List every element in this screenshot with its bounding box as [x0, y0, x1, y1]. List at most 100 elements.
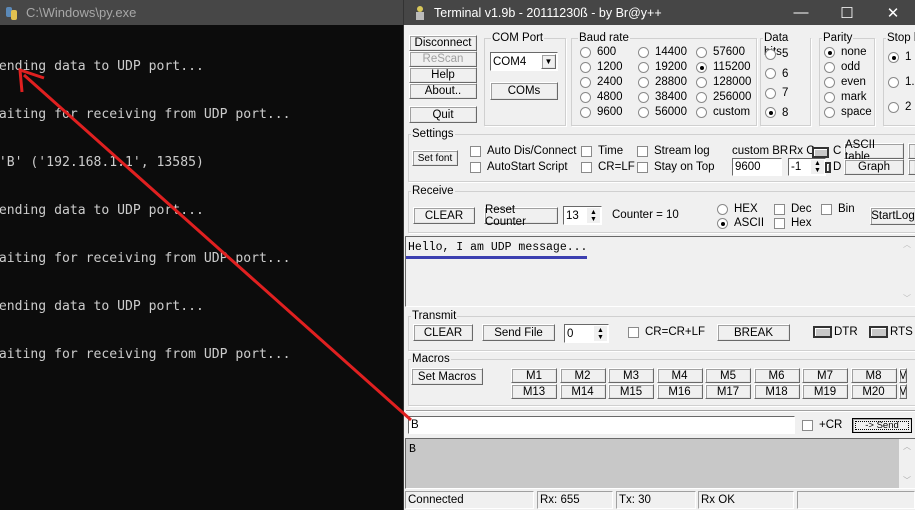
baud-radio-custom[interactable]: custom [696, 106, 750, 118]
baud-radio-4800[interactable]: 4800 [580, 91, 623, 103]
c-led-indicator[interactable] [812, 147, 829, 158]
dtr-toggle[interactable] [813, 326, 832, 338]
scroll-up-icon[interactable]: ︿ [899, 441, 915, 452]
macro-button-m5[interactable]: M5 [705, 368, 751, 383]
com-port-select[interactable]: COM4 ▼ [490, 52, 558, 71]
ascii-table-button[interactable]: ASCII table [844, 139, 904, 163]
macro-button-m7[interactable]: M7 [802, 368, 848, 383]
graph-button[interactable]: Graph [844, 159, 904, 175]
baud-radio-9600[interactable]: 9600 [580, 106, 623, 118]
hex-radio[interactable]: HEX [717, 203, 758, 215]
data-bits-radio-6[interactable]: 6 [765, 68, 788, 80]
scroll-up-icon[interactable]: ︿ [899, 239, 915, 250]
counter-spinner[interactable]: 13 ▲ ▼ [563, 206, 602, 225]
receive-scrollbar[interactable]: ︿ ﹀ [899, 237, 915, 306]
data-bits-radio-7[interactable]: 7 [765, 87, 788, 99]
baud-radio-56000[interactable]: 56000 [638, 106, 687, 118]
rts-toggle[interactable] [869, 326, 888, 338]
start-log-button[interactable]: StartLog [870, 207, 915, 225]
baud-radio-38400[interactable]: 38400 [638, 91, 687, 103]
data-bits-radio-5[interactable]: 5 [765, 48, 788, 60]
set-font-button[interactable]: Set font [412, 150, 458, 166]
rescan-button[interactable]: ReScan [409, 51, 477, 67]
macro-button-m16[interactable]: M16 [656, 384, 703, 399]
send-file-button[interactable]: Send File [482, 324, 555, 341]
scroll-down-icon[interactable]: ﹀ [899, 293, 915, 304]
macro-button-m19[interactable]: M19 [802, 384, 848, 399]
macro-button-m2[interactable]: M2 [559, 368, 606, 383]
parity-radio-none[interactable]: none [824, 46, 867, 58]
d-led-indicator[interactable] [825, 162, 831, 173]
macro-button-m14[interactable]: M14 [559, 384, 606, 399]
macro-button-m13[interactable]: M13 [511, 384, 557, 399]
about-button[interactable]: About.. [409, 83, 477, 99]
autostart-script-checkbox[interactable]: AutoStart Script [470, 161, 568, 173]
macro-button-m6[interactable]: M6 [753, 368, 800, 383]
macro-button-m3[interactable]: M3 [608, 368, 654, 383]
baud-radio-115200[interactable]: 115200 [696, 61, 751, 73]
macro-button-m[interactable]: M [899, 384, 907, 399]
set-macros-button[interactable]: Set Macros [411, 368, 483, 385]
baud-radio-600[interactable]: 600 [580, 46, 616, 58]
custom-br-input[interactable]: 9600 [732, 158, 782, 176]
parity-radio-odd[interactable]: odd [824, 61, 860, 73]
chevron-down-icon[interactable]: ▼ [541, 54, 556, 69]
transmit-scrollbar[interactable]: ︿ ﹀ [899, 439, 915, 488]
hidden-button[interactable] [908, 143, 915, 159]
macro-button-m4[interactable]: M4 [656, 368, 703, 383]
macro-button-m20[interactable]: M20 [850, 384, 897, 399]
help-button[interactable]: Help [409, 67, 477, 83]
bin-checkbox[interactable]: Bin [821, 203, 855, 215]
plus-cr-checkbox[interactable]: +CR [802, 419, 842, 431]
macro-button-m8[interactable]: M8 [850, 368, 897, 383]
baud-radio-28800[interactable]: 28800 [638, 76, 687, 88]
macro-button-m1[interactable]: M1 [511, 368, 557, 383]
transmit-clear-button[interactable]: CLEAR [413, 324, 473, 341]
rx-c-spinner[interactable]: -1 ▲ ▼ [788, 158, 826, 176]
transmit-output-area[interactable]: B ︿ ﹀ [405, 438, 915, 489]
spin-arrows-icon[interactable]: ▲ ▼ [594, 326, 607, 341]
macro-button-m18[interactable]: M18 [753, 384, 800, 399]
spin-arrows-icon[interactable]: ▲ ▼ [587, 208, 600, 223]
stream-log-checkbox[interactable]: Stream log [637, 145, 710, 157]
receive-clear-button[interactable]: CLEAR [413, 207, 475, 224]
coms-button[interactable]: COMs [490, 82, 558, 100]
parity-radio-mark[interactable]: mark [824, 91, 867, 103]
transmit-spinner[interactable]: 0 ▲ ▼ [564, 324, 609, 343]
baud-radio-256000[interactable]: 256000 [696, 91, 751, 103]
ascii-radio[interactable]: ASCII [717, 217, 764, 229]
data-bits-radio-8[interactable]: 8 [765, 107, 788, 119]
terminal-title-bar[interactable]: Terminal v1.9b - 20111230ß - by Br@y++ —… [404, 0, 915, 25]
time-checkbox[interactable]: Time [581, 145, 623, 157]
stop-bits-radio-2[interactable]: 2 [888, 101, 911, 113]
parity-radio-space[interactable]: space [824, 106, 872, 118]
reset-counter-button[interactable]: Reset Counter [484, 204, 558, 228]
parity-radio-even[interactable]: even [824, 76, 866, 88]
disconnect-button[interactable]: Disconnect [409, 35, 477, 51]
macro-button-m15[interactable]: M15 [608, 384, 654, 399]
baud-radio-57600[interactable]: 57600 [696, 46, 745, 58]
baud-radio-1200[interactable]: 1200 [580, 61, 623, 73]
cr-crlf-checkbox[interactable]: CR=CR+LF [628, 326, 705, 338]
baud-radio-2400[interactable]: 2400 [580, 76, 623, 88]
cr-lf-checkbox[interactable]: CR=LF [581, 161, 635, 173]
baud-radio-19200[interactable]: 19200 [638, 61, 687, 73]
send-button[interactable]: -> Send [852, 418, 912, 433]
baud-radio-14400[interactable]: 14400 [638, 46, 687, 58]
stop-bits-radio-1.[interactable]: 1. [888, 76, 915, 88]
send-input[interactable]: B [408, 416, 795, 434]
break-button[interactable]: BREAK [717, 324, 790, 341]
auto-disconnect-checkbox[interactable]: Auto Dis/Connect [470, 145, 577, 157]
macro-button-m17[interactable]: M17 [705, 384, 751, 399]
hex-checkbox[interactable]: Hex [774, 217, 811, 229]
hidden-button[interactable] [908, 159, 915, 175]
maximize-button[interactable]: ☐ [824, 0, 870, 25]
minimize-button[interactable]: — [778, 0, 824, 25]
receive-output-area[interactable]: Hello, I am UDP message... ︿ ﹀ [405, 236, 915, 307]
stay-on-top-checkbox[interactable]: Stay on Top [637, 161, 715, 173]
stop-bits-radio-1[interactable]: 1 [888, 51, 911, 63]
close-button[interactable]: ✕ [870, 0, 915, 25]
quit-button[interactable]: Quit [409, 106, 477, 123]
baud-radio-128000[interactable]: 128000 [696, 76, 751, 88]
console-title-bar[interactable]: C:\Windows\py.exe [0, 0, 403, 25]
